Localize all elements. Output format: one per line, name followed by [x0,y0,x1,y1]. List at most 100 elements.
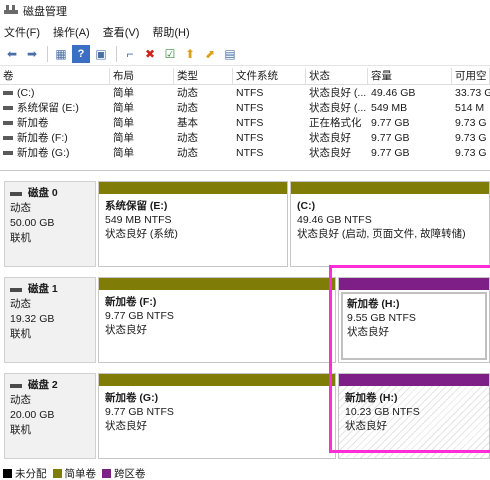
disk-type: 动态 [10,202,31,214]
console-icon[interactable]: ▣ [92,45,110,63]
legend-unallocated: 未分配 [15,467,47,480]
column-header-free[interactable]: 可用空 [452,67,490,85]
layout-cell: 简单 [113,87,134,99]
partition[interactable]: (C:) 49.46 GB NTFS 状态良好 (启动, 页面文件, 故障转储) [290,181,490,267]
menu-bar: 文件(F) 操作(A) 查看(V) 帮助(H) [0,22,490,42]
simple-volume-bar [99,182,287,194]
partition-status: 状态良好 [347,326,389,338]
free-cell: 514 M [455,101,485,114]
spanned-volume-bar [339,278,489,290]
menu-file[interactable]: 文件(F) [4,24,40,40]
simple-volume-bar [291,182,489,194]
table-row[interactable]: 新加卷 简单 基本 NTFS 正在格式化 9.77 GB 9.73 G [0,115,490,130]
volume-list: 卷 布局 类型 文件系统 状态 容量 可用空 (C:) 简单 动态 NTFS 状… [0,67,490,168]
column-header-status[interactable]: 状态 [306,67,368,85]
partition-status: 状态良好 (系统) [105,228,178,240]
filesystem-cell: NTFS [236,146,264,159]
open-icon[interactable]: ⬆ [181,45,199,63]
table-row[interactable]: 新加卷 (G:) 简单 动态 NTFS 状态良好 9.77 GB 9.73 G [0,145,490,160]
legend: 未分配 简单卷 跨区卷 [0,466,490,480]
help-icon[interactable]: ? [72,44,90,63]
simple-volume-swatch [52,468,62,478]
status-cell: 状态良好 [309,147,351,159]
volume-name: 新加卷 (G:) [17,147,70,159]
legend-spanned-volume: 跨区卷 [114,467,146,480]
disk-row: 磁盘 0 动态 50.00 GB 联机 系统保留 (E:) 549 MB NTF… [4,181,490,267]
volume-list-header: 卷 布局 类型 文件系统 状态 容量 可用空 [0,67,490,85]
disk-type: 动态 [10,298,31,310]
delete-icon[interactable]: ✖ [141,45,159,63]
table-row[interactable]: 系统保留 (E:) 简单 动态 NTFS 状态良好 (... 549 MB 51… [0,100,490,115]
type-cell: 动态 [177,132,198,144]
disk-row: 磁盘 1 动态 19.32 GB 联机 新加卷 (F:) 9.77 GB NTF… [4,277,490,363]
partition-detail: 9.77 GB NTFS [105,406,174,418]
properties-icon[interactable]: ▦ [52,45,70,63]
column-header-layout[interactable]: 布局 [110,67,174,85]
disk-row: 磁盘 2 动态 20.00 GB 联机 新加卷 (G:) 9.77 GB NTF… [4,373,490,459]
menu-view[interactable]: 查看(V) [103,24,140,40]
volume-name-cell: 新加卷 (G:) [0,145,110,160]
disk-info[interactable]: 磁盘 0 动态 50.00 GB 联机 [4,181,96,267]
table-row[interactable]: 新加卷 (F:) 简单 动态 NTFS 状态良好 9.77 GB 9.73 G [0,130,490,145]
partition[interactable]: 新加卷 (G:) 9.77 GB NTFS 状态良好 [98,373,336,459]
free-cell: 9.73 G [455,131,487,144]
partition[interactable]: 新加卷 (F:) 9.77 GB NTFS 状态良好 [98,277,336,363]
back-icon[interactable]: ⬅ [3,45,21,63]
menu-action[interactable]: 操作(A) [53,24,90,40]
column-header-capacity[interactable]: 容量 [368,67,452,85]
disk-info[interactable]: 磁盘 2 动态 20.00 GB 联机 [4,373,96,459]
table-row[interactable]: (C:) 简单 动态 NTFS 状态良好 (... 49.46 GB 33.73… [0,85,490,100]
volume-name: 系统保留 (E:) [17,102,79,114]
disk-status: 联机 [10,328,31,340]
partition-detail: 10.23 GB NTFS [345,406,420,418]
type-cell: 基本 [177,117,198,129]
volume-icon [3,90,13,95]
filesystem-cell: NTFS [236,116,264,129]
layout-cell: 简单 [113,117,134,129]
status-cell: 状态良好 (... [309,102,367,114]
disk-name-label: 磁盘 1 [28,283,58,295]
status-cell: 正在格式化 [309,117,362,129]
volume-name-cell: (C:) [0,87,110,99]
list-icon[interactable]: ▤ [221,45,239,63]
disk-status: 联机 [10,232,31,244]
column-header-type[interactable]: 类型 [174,67,233,85]
capacity-cell: 549 MB [371,101,408,114]
partition-status: 状态良好 [345,420,387,432]
volume-name-cell: 系统保留 (E:) [0,100,110,115]
partition-detail: 549 MB NTFS [105,214,172,226]
disk-name-label: 磁盘 0 [28,187,58,199]
disk-size: 19.32 GB [10,313,55,325]
disk-name: 磁盘 0 [10,186,90,201]
disk-info[interactable]: 磁盘 1 动态 19.32 GB 联机 [4,277,96,363]
disk-icon [10,287,22,292]
simple-volume-bar [99,374,335,386]
partition-name: (C:) [297,200,316,212]
volume-name: (C:) [17,86,35,99]
disk-type: 动态 [10,394,31,406]
menu-help[interactable]: 帮助(H) [152,24,189,40]
capacity-cell: 9.77 GB [371,146,410,159]
volume-name-cell: 新加卷 [0,115,110,130]
legend-simple-volume: 简单卷 [64,467,97,480]
partition-name: 系统保留 (E:) [105,200,168,212]
layout-cell: 简单 [113,102,134,114]
forward-icon[interactable]: ➡ [23,45,41,63]
partition-detail: 49.46 GB NTFS [297,214,372,226]
disk-name: 磁盘 2 [10,378,90,393]
type-cell: 动态 [177,87,198,99]
partition[interactable]: 系统保留 (E:) 549 MB NTFS 状态良好 (系统) [98,181,288,267]
connect-icon[interactable]: ⌐ [121,45,139,63]
spanned-volume-bar [339,374,489,386]
disk-size: 20.00 GB [10,409,55,421]
column-header-filesystem[interactable]: 文件系统 [233,67,306,85]
partition[interactable]: 新加卷 (H:) 10.23 GB NTFS 状态良好 [338,373,490,459]
check-icon[interactable]: ☑ [161,45,179,63]
volume-icon [3,151,13,156]
partition-name: 新加卷 (G:) [105,392,159,404]
disk-icon [10,191,22,196]
disk-graphical-view: 磁盘 0 动态 50.00 GB 联机 系统保留 (E:) 549 MB NTF… [0,170,490,462]
explore-icon[interactable]: ⬈ [201,45,219,63]
column-header-volume[interactable]: 卷 [0,67,110,85]
partition[interactable]: 新加卷 (H:) 9.55 GB NTFS 状态良好 [338,277,490,363]
